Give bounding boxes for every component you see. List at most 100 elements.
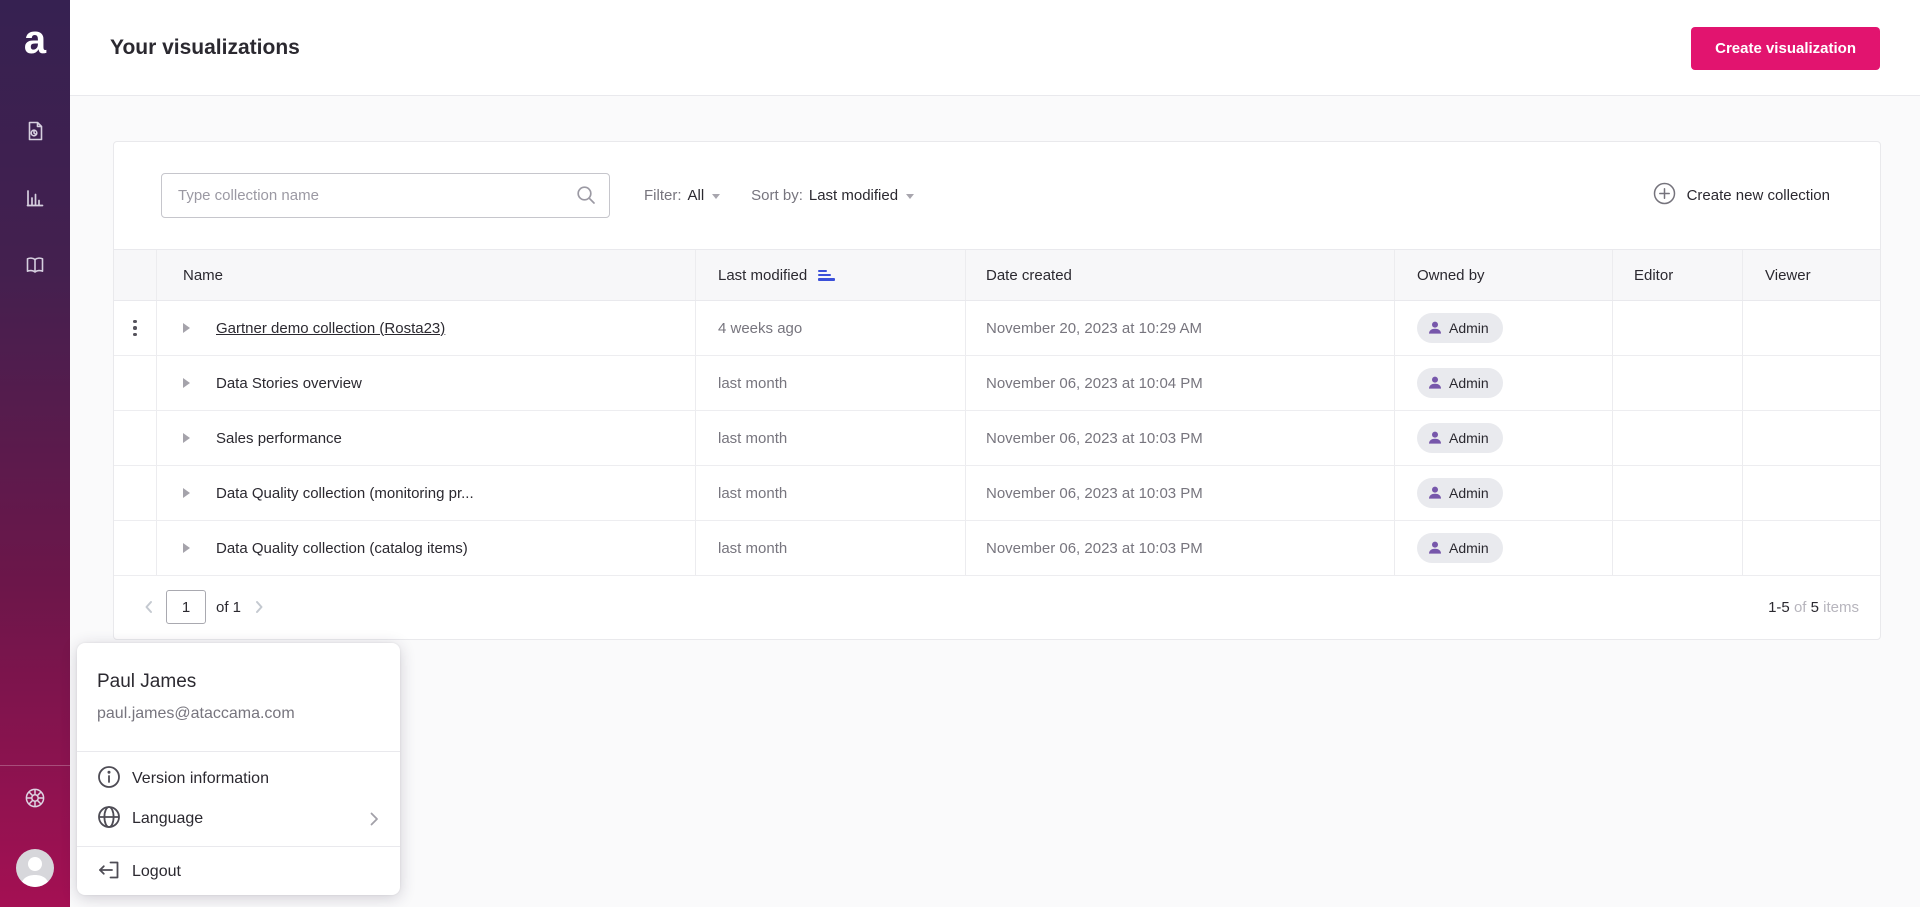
logout-icon: [96, 857, 122, 888]
row-actions-cell: [114, 521, 156, 575]
owner-badge: Admin: [1417, 423, 1503, 453]
column-header-last-modified[interactable]: Last modified: [695, 250, 965, 300]
person-icon: [1427, 540, 1443, 556]
ataccama-logo: a: [0, 14, 70, 66]
last-modified-cell: last month: [695, 466, 965, 520]
owner-badge: Admin: [1417, 313, 1503, 343]
create-visualization-button[interactable]: Create visualization: [1691, 27, 1880, 70]
collection-name-link[interactable]: Gartner demo collection (Rosta23): [216, 320, 445, 337]
name-cell: Data Quality collection (catalog items): [156, 521, 695, 575]
sidebar-item-data-stories[interactable]: [23, 119, 47, 143]
last-modified-cell: 4 weeks ago: [695, 301, 965, 355]
filter-value: All: [688, 187, 705, 204]
collections-card: Filter: All Sort by: Last modified Creat…: [113, 141, 1881, 640]
collection-name-link[interactable]: Data Quality collection (monitoring pr..…: [216, 485, 474, 502]
previous-page-button[interactable]: [140, 598, 158, 616]
next-page-button[interactable]: [250, 598, 268, 616]
filter-dropdown[interactable]: Filter: All: [644, 187, 720, 204]
caret-right-icon[interactable]: [183, 433, 190, 443]
column-header-viewer[interactable]: Viewer: [1742, 250, 1881, 300]
items-range-value: 1-5: [1768, 599, 1790, 616]
viewer-cell: [1742, 466, 1881, 520]
create-new-collection-button[interactable]: Create new collection: [1653, 182, 1830, 209]
menu-item-language[interactable]: Language: [77, 799, 400, 839]
filter-label: Filter:: [644, 187, 682, 204]
column-header-date-created[interactable]: Date created: [965, 250, 1394, 300]
user-menu-popup: Paul James paul.james@ataccama.com Versi…: [77, 643, 400, 895]
table-row: Gartner demo collection (Rosta23) 4 week…: [114, 301, 1880, 356]
owned-by-cell: Admin: [1394, 466, 1612, 520]
caret-down-icon: [712, 194, 720, 199]
person-icon: [1427, 485, 1443, 501]
editor-cell: [1612, 466, 1742, 520]
search-input[interactable]: [161, 173, 610, 218]
menu-item-label: Language: [132, 810, 203, 828]
owner-badge-label: Admin: [1449, 430, 1489, 446]
owner-badge: Admin: [1417, 478, 1503, 508]
items-of-word: of: [1794, 599, 1807, 616]
person-icon: [1427, 320, 1443, 336]
name-cell: Sales performance: [156, 411, 695, 465]
page-count-label: of 1: [216, 599, 241, 616]
viewer-cell: [1742, 521, 1881, 575]
viewer-cell: [1742, 411, 1881, 465]
collection-name-link[interactable]: Data Stories overview: [216, 375, 362, 392]
menu-item-label: Logout: [132, 863, 181, 881]
sidebar-item-visualizations[interactable]: [23, 186, 47, 210]
row-actions-cell: [114, 466, 156, 520]
owner-badge: Admin: [1417, 368, 1503, 398]
menu-item-label: Version information: [132, 770, 269, 788]
owner-badge-label: Admin: [1449, 320, 1489, 336]
owned-by-cell: Admin: [1394, 521, 1612, 575]
table-row: Data Quality collection (monitoring pr..…: [114, 466, 1880, 521]
viewer-cell: [1742, 301, 1881, 355]
document-chart-icon: [23, 130, 47, 147]
plus-circle-icon: [1653, 182, 1676, 209]
column-header-actions: [114, 250, 156, 300]
last-modified-cell: last month: [695, 356, 965, 410]
menu-item-logout[interactable]: Logout: [77, 852, 400, 892]
menu-item-version-information[interactable]: Version information: [77, 759, 400, 799]
collection-name-link[interactable]: Sales performance: [216, 430, 342, 447]
collections-toolbar: Filter: All Sort by: Last modified Creat…: [114, 142, 1880, 249]
caret-right-icon[interactable]: [183, 378, 190, 388]
column-header-editor[interactable]: Editor: [1612, 250, 1742, 300]
name-cell: Data Stories overview: [156, 356, 695, 410]
caret-right-icon[interactable]: [183, 488, 190, 498]
editor-cell: [1612, 301, 1742, 355]
row-actions-cell: [114, 356, 156, 410]
globe-icon: [96, 804, 122, 835]
create-new-collection-label: Create new collection: [1687, 187, 1830, 204]
row-actions-cell: [114, 411, 156, 465]
sort-label: Sort by:: [751, 187, 803, 204]
search-box: [161, 173, 610, 218]
sort-dropdown[interactable]: Sort by: Last modified: [751, 187, 914, 204]
top-bar: Your visualizations Create visualization: [70, 0, 1920, 96]
column-header-last-modified-label: Last modified: [718, 267, 807, 284]
sort-value: Last modified: [809, 187, 898, 204]
chevron-right-icon: [364, 809, 384, 829]
sidebar-item-knowledge[interactable]: [23, 253, 47, 277]
editor-cell: [1612, 411, 1742, 465]
open-book-icon: [23, 264, 47, 281]
column-header-name[interactable]: Name: [156, 250, 695, 300]
app-switcher-button[interactable]: [23, 786, 47, 810]
items-word: items: [1823, 599, 1859, 616]
page-number-input[interactable]: [166, 590, 206, 624]
collection-name-link[interactable]: Data Quality collection (catalog items): [216, 540, 468, 557]
caret-right-icon[interactable]: [183, 543, 190, 553]
user-avatar[interactable]: [16, 849, 54, 887]
kebab-menu-icon[interactable]: [129, 316, 141, 341]
sort-ascending-icon[interactable]: [818, 270, 835, 281]
sidebar-footer-divider: [0, 765, 70, 766]
page-title: Your visualizations: [110, 0, 300, 95]
owned-by-cell: Admin: [1394, 411, 1612, 465]
column-header-owned-by[interactable]: Owned by: [1394, 250, 1612, 300]
person-icon: [1427, 375, 1443, 391]
info-icon: [96, 764, 122, 795]
table-header-row: Name Last modified Date created Owned by…: [114, 249, 1880, 301]
caret-right-icon[interactable]: [183, 323, 190, 333]
editor-cell: [1612, 356, 1742, 410]
owner-badge-label: Admin: [1449, 485, 1489, 501]
sidebar: a: [0, 0, 70, 907]
